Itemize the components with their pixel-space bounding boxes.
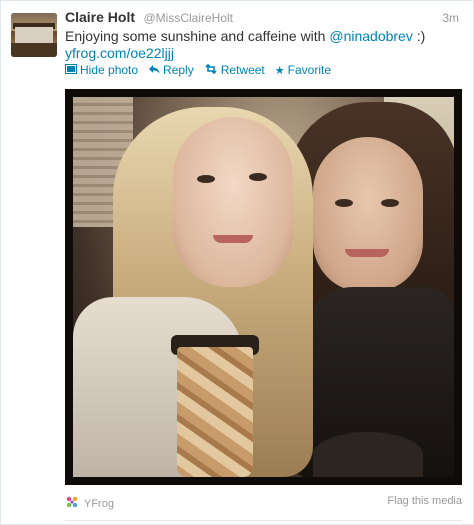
reply-label: Reply <box>163 63 194 77</box>
avatar-house <box>15 27 53 43</box>
favorite-button[interactable]: ★ Favorite <box>275 63 331 77</box>
divider <box>65 520 462 521</box>
tweet-text-before: Enjoying some sunshine and caffeine with <box>65 28 330 44</box>
media-link[interactable]: yfrog.com/oe22ljjj <box>65 45 174 61</box>
user-name[interactable]: Claire Holt <box>65 9 135 25</box>
tweet-timestamp[interactable]: 3m <box>442 11 459 25</box>
smile <box>213 235 253 243</box>
smile <box>345 249 389 257</box>
media-provider-label: YFrog <box>84 497 114 510</box>
retweet-icon <box>204 63 218 77</box>
hide-photo-button[interactable]: Hide photo <box>65 63 138 77</box>
yfrog-logo-icon <box>65 495 79 512</box>
tweet-photo-frame[interactable] <box>65 89 462 485</box>
coffee-cup-second <box>313 432 423 477</box>
reply-arrow-icon <box>148 64 160 77</box>
favorite-label: Favorite <box>287 63 331 77</box>
media-provider[interactable]: YFrog <box>65 495 114 512</box>
retweet-label: Retweet <box>220 63 265 77</box>
avatar[interactable] <box>11 13 57 57</box>
coffee-cup <box>177 347 253 477</box>
mention-link[interactable]: @ninadobrev <box>329 28 413 44</box>
eye <box>335 199 353 207</box>
tweet-card: Claire Holt @MissClaireHolt 3m Enjoying … <box>0 0 474 525</box>
flag-media-link[interactable]: Flag this media <box>387 495 462 507</box>
media-footer: YFrog Flag this media <box>65 495 462 513</box>
tweet-photo <box>73 97 454 477</box>
person-left-face <box>173 117 293 287</box>
person-right-face <box>313 137 423 292</box>
retweet-button[interactable]: Retweet <box>204 63 265 77</box>
tweet-text: Enjoying some sunshine and caffeine with… <box>65 27 460 45</box>
avatar-ground <box>11 43 57 57</box>
tweet-header: Claire Holt @MissClaireHolt <box>65 9 233 27</box>
user-handle[interactable]: @MissClaireHolt <box>143 11 233 25</box>
tweet-text-after: :) <box>412 28 426 44</box>
hide-photo-label: Hide photo <box>80 63 139 77</box>
photo-icon <box>65 63 77 77</box>
reply-button[interactable]: Reply <box>148 63 194 77</box>
tweet-link-line: yfrog.com/oe22ljjj <box>65 45 174 61</box>
tweet-actions: Hide photo Reply Retweet ★ Favorite <box>65 63 331 77</box>
eye <box>381 199 399 207</box>
star-icon: ★ <box>274 64 285 77</box>
eye <box>197 175 215 183</box>
eye <box>249 173 267 181</box>
